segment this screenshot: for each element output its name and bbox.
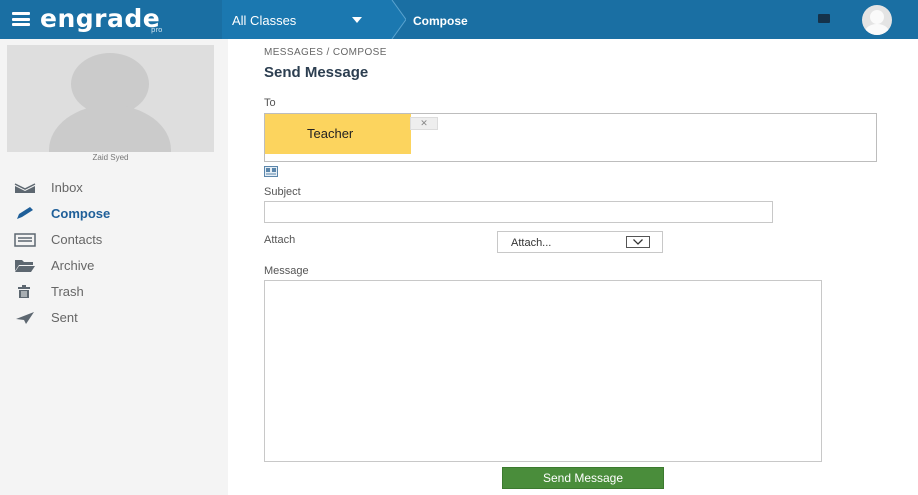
recipient-chip-label: Teacher	[307, 126, 354, 141]
caret-down-icon	[352, 17, 362, 23]
attach-label: Attach	[264, 234, 296, 246]
send-message-button[interactable]: Send Message	[502, 467, 664, 489]
sidebar-item-label: Trash	[51, 284, 84, 299]
contacts-card-icon	[14, 233, 36, 247]
sidebar-item-label: Sent	[51, 310, 78, 325]
remove-recipient-button[interactable]: ✕	[410, 117, 438, 130]
top-bar: engrade pro All Classes Compose	[0, 0, 918, 39]
profile-picture	[7, 45, 214, 152]
message-label: Message	[264, 265, 309, 277]
subject-input[interactable]	[264, 201, 773, 223]
sidebar-item-label: Inbox	[51, 180, 83, 195]
folder-icon	[15, 260, 35, 272]
sidebar-item-trash[interactable]: Trash	[0, 279, 228, 303]
sidebar-item-compose[interactable]: Compose	[0, 201, 228, 225]
dropdown-arrow-icon	[626, 236, 650, 248]
attach-dropdown[interactable]: Attach...	[497, 231, 663, 253]
logo-subtitle: pro	[151, 26, 163, 34]
breadcrumb-chevron-icon	[382, 0, 406, 39]
paper-plane-icon	[16, 312, 34, 324]
recipient-chip[interactable]: Teacher	[265, 114, 411, 154]
sidebar-item-label: Compose	[51, 206, 111, 221]
class-selector-label: All Classes	[232, 13, 297, 28]
to-label: To	[264, 97, 276, 109]
hamburger-menu-icon[interactable]	[12, 12, 30, 26]
subject-label: Subject	[264, 186, 301, 198]
mail-icon[interactable]	[818, 14, 830, 23]
sidebar-item-sent[interactable]: Sent	[0, 305, 228, 329]
trash-icon	[18, 285, 30, 298]
topbar-current-page: Compose	[413, 14, 468, 28]
inbox-icon	[14, 183, 36, 193]
recipient-input[interactable]: Teacher	[264, 113, 877, 162]
pencil-icon	[17, 207, 33, 219]
user-avatar[interactable]	[862, 5, 892, 35]
engrade-logo[interactable]: engrade	[40, 4, 160, 33]
sidebar-item-inbox[interactable]: Inbox	[0, 175, 228, 199]
sidebar-item-label: Contacts	[51, 232, 103, 247]
sidebar-item-archive[interactable]: Archive	[0, 253, 228, 277]
attach-dropdown-value: Attach...	[511, 237, 552, 249]
breadcrumb: MESSAGES / COMPOSE	[264, 47, 387, 58]
sidebar-item-label: Archive	[51, 258, 95, 273]
class-selector-dropdown[interactable]: All Classes	[222, 0, 392, 39]
sidebar: Zaid Syed Inbox Compose Contacts Archive	[0, 39, 228, 495]
sidebar-item-contacts[interactable]: Contacts	[0, 227, 228, 251]
address-book-icon[interactable]	[264, 166, 278, 177]
page-title: Send Message	[264, 64, 369, 81]
message-textarea[interactable]	[264, 280, 822, 462]
profile-name: Zaid Syed	[92, 153, 129, 162]
